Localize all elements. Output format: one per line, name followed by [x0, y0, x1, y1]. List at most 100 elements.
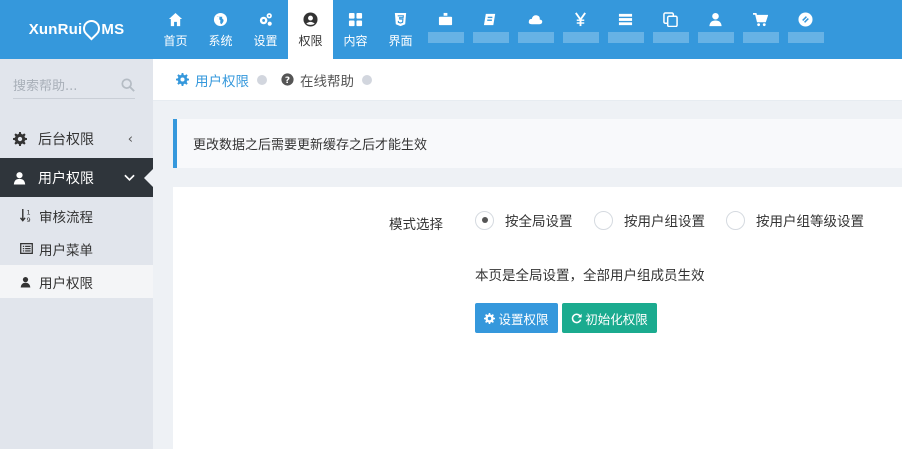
set-permission-button[interactable]: 设置权限	[475, 303, 558, 333]
grid-icon	[348, 10, 363, 28]
breadcrumb-dot	[257, 74, 267, 85]
html5-icon	[393, 10, 408, 28]
nav-label	[517, 32, 554, 43]
radio-label: 按用户组设置	[624, 214, 705, 230]
nav-label	[562, 32, 599, 43]
sidebar-group-user-permission[interactable]: 用户权限	[0, 158, 153, 197]
tag-icon	[483, 10, 498, 28]
nav-item-12[interactable]	[693, 0, 738, 59]
nav-item-10[interactable]	[603, 0, 648, 59]
nav-label: 内容	[343, 34, 368, 48]
nav-item-interface[interactable]: 界面	[378, 0, 423, 59]
nav-item-11[interactable]	[648, 0, 693, 59]
sidebar-item-user-menu[interactable]: 用户菜单	[0, 232, 153, 265]
top-nav: 首页 系统 设置 权限 内容 界面	[153, 0, 828, 59]
nav-item-14[interactable]	[783, 0, 828, 59]
nav-item-content[interactable]: 内容	[333, 0, 378, 59]
breadcrumb: 用户权限 ? 在线帮助	[153, 59, 902, 101]
button-label: 设置权限	[498, 311, 549, 327]
nav-label	[787, 32, 824, 43]
active-notch	[144, 169, 153, 187]
nav-item-settings[interactable]: 设置	[243, 0, 288, 59]
user-circle-icon	[303, 10, 318, 28]
sidebar-item-label: 审核流程	[39, 209, 93, 226]
user-icon	[20, 276, 33, 288]
gear-icon	[176, 73, 189, 86]
user-icon	[13, 171, 28, 185]
radio-global[interactable]: 按全局设置	[475, 210, 573, 230]
nav-label	[697, 32, 734, 43]
nav-label	[472, 32, 509, 43]
gear-icon	[484, 312, 496, 324]
sidebar-item-user-permission[interactable]: 用户权限	[0, 265, 153, 298]
radio-label: 按用户组等级设置	[756, 214, 864, 230]
yen-icon	[573, 10, 588, 28]
list-alt-icon	[20, 243, 33, 254]
radio-dot	[481, 217, 488, 223]
nav-item-13[interactable]	[738, 0, 783, 59]
refresh-icon	[572, 313, 582, 323]
radio-circle[interactable]	[726, 210, 745, 230]
sidebar-group-label: 后台权限	[38, 132, 94, 148]
copy-icon	[663, 10, 678, 28]
cloud-icon	[528, 10, 543, 28]
radio-user-group-level[interactable]: 按用户组等级设置	[726, 210, 864, 230]
breadcrumb-current[interactable]: 用户权限	[176, 70, 249, 90]
permission-panel: 模式选择 按全局设置 按用户组设置 按用户组等级设置 本页是全局设置，全部用户组…	[173, 187, 902, 449]
init-permission-button[interactable]: 初始化权限	[562, 303, 657, 333]
chevron-left-icon: ‹	[127, 131, 133, 147]
logo[interactable]: XunRui MS	[0, 0, 153, 59]
breadcrumb-current-label: 用户权限	[195, 73, 249, 90]
nav-item-permission[interactable]: 权限	[288, 0, 333, 59]
logo-text-left: XunRui	[28, 21, 83, 38]
sidebar-item-review-flow[interactable]: 19 审核流程	[0, 199, 153, 232]
question-circle-icon: ?	[281, 73, 294, 86]
home-icon	[168, 10, 183, 28]
sidebar-item-label: 用户权限	[39, 275, 93, 292]
nav-item-9[interactable]	[558, 0, 603, 59]
link-icon	[798, 10, 813, 28]
search-icon[interactable]	[121, 77, 135, 96]
nav-item-6[interactable]	[423, 0, 468, 59]
mode-info: 本页是全局设置，全部用户组成员生效	[475, 268, 705, 284]
nav-item-system[interactable]: 系统	[198, 0, 243, 59]
radio-label: 按全局设置	[505, 214, 573, 230]
nav-label	[607, 32, 644, 43]
cache-note: 更改数据之后需要更新缓存之后才能生效	[173, 119, 902, 168]
button-label: 初始化权限	[585, 311, 648, 327]
nav-item-home[interactable]: 首页	[153, 0, 198, 59]
nav-label	[652, 32, 689, 43]
breadcrumb-help-label: 在线帮助	[300, 73, 354, 90]
svg-text:9: 9	[27, 216, 31, 223]
logo-text-right: MS	[101, 21, 125, 38]
user-icon	[708, 10, 723, 28]
nav-label: 权限	[298, 34, 323, 48]
cogs-icon	[258, 10, 273, 28]
sidebar-group-admin-permission[interactable]: 后台权限 ‹	[0, 121, 153, 157]
top-bar: XunRui MS 首页 系统 设置 权限 内容 界面	[0, 0, 902, 59]
radio-circle[interactable]	[594, 210, 613, 230]
radio-user-group[interactable]: 按用户组设置	[594, 210, 705, 230]
sidebar-group-label: 用户权限	[38, 170, 94, 187]
gear-icon	[13, 132, 28, 146]
sort-numeric-icon: 19	[20, 208, 33, 223]
chevron-down-icon	[124, 170, 135, 186]
sidebar-item-label: 用户菜单	[39, 242, 93, 259]
nav-label	[427, 32, 464, 43]
cart-icon	[753, 10, 768, 28]
globe-icon	[213, 10, 228, 28]
nav-label: 设置	[253, 34, 278, 48]
nav-item-7[interactable]	[468, 0, 513, 59]
mode-label: 模式选择	[389, 217, 443, 233]
list-icon	[438, 10, 453, 28]
svg-text:?: ?	[285, 76, 290, 86]
server-icon	[618, 10, 633, 28]
sidebar: 后台权限 ‹ 用户权限 19 审核流程 用户菜单 用户权限	[0, 59, 153, 449]
radio-circle[interactable]	[475, 210, 494, 230]
search-input[interactable]	[13, 79, 113, 94]
nav-item-8[interactable]	[513, 0, 558, 59]
logo-drop-icon	[79, 16, 104, 41]
breadcrumb-help[interactable]: ? 在线帮助	[281, 70, 354, 90]
breadcrumb-dot	[362, 74, 372, 85]
nav-label: 界面	[388, 34, 413, 48]
